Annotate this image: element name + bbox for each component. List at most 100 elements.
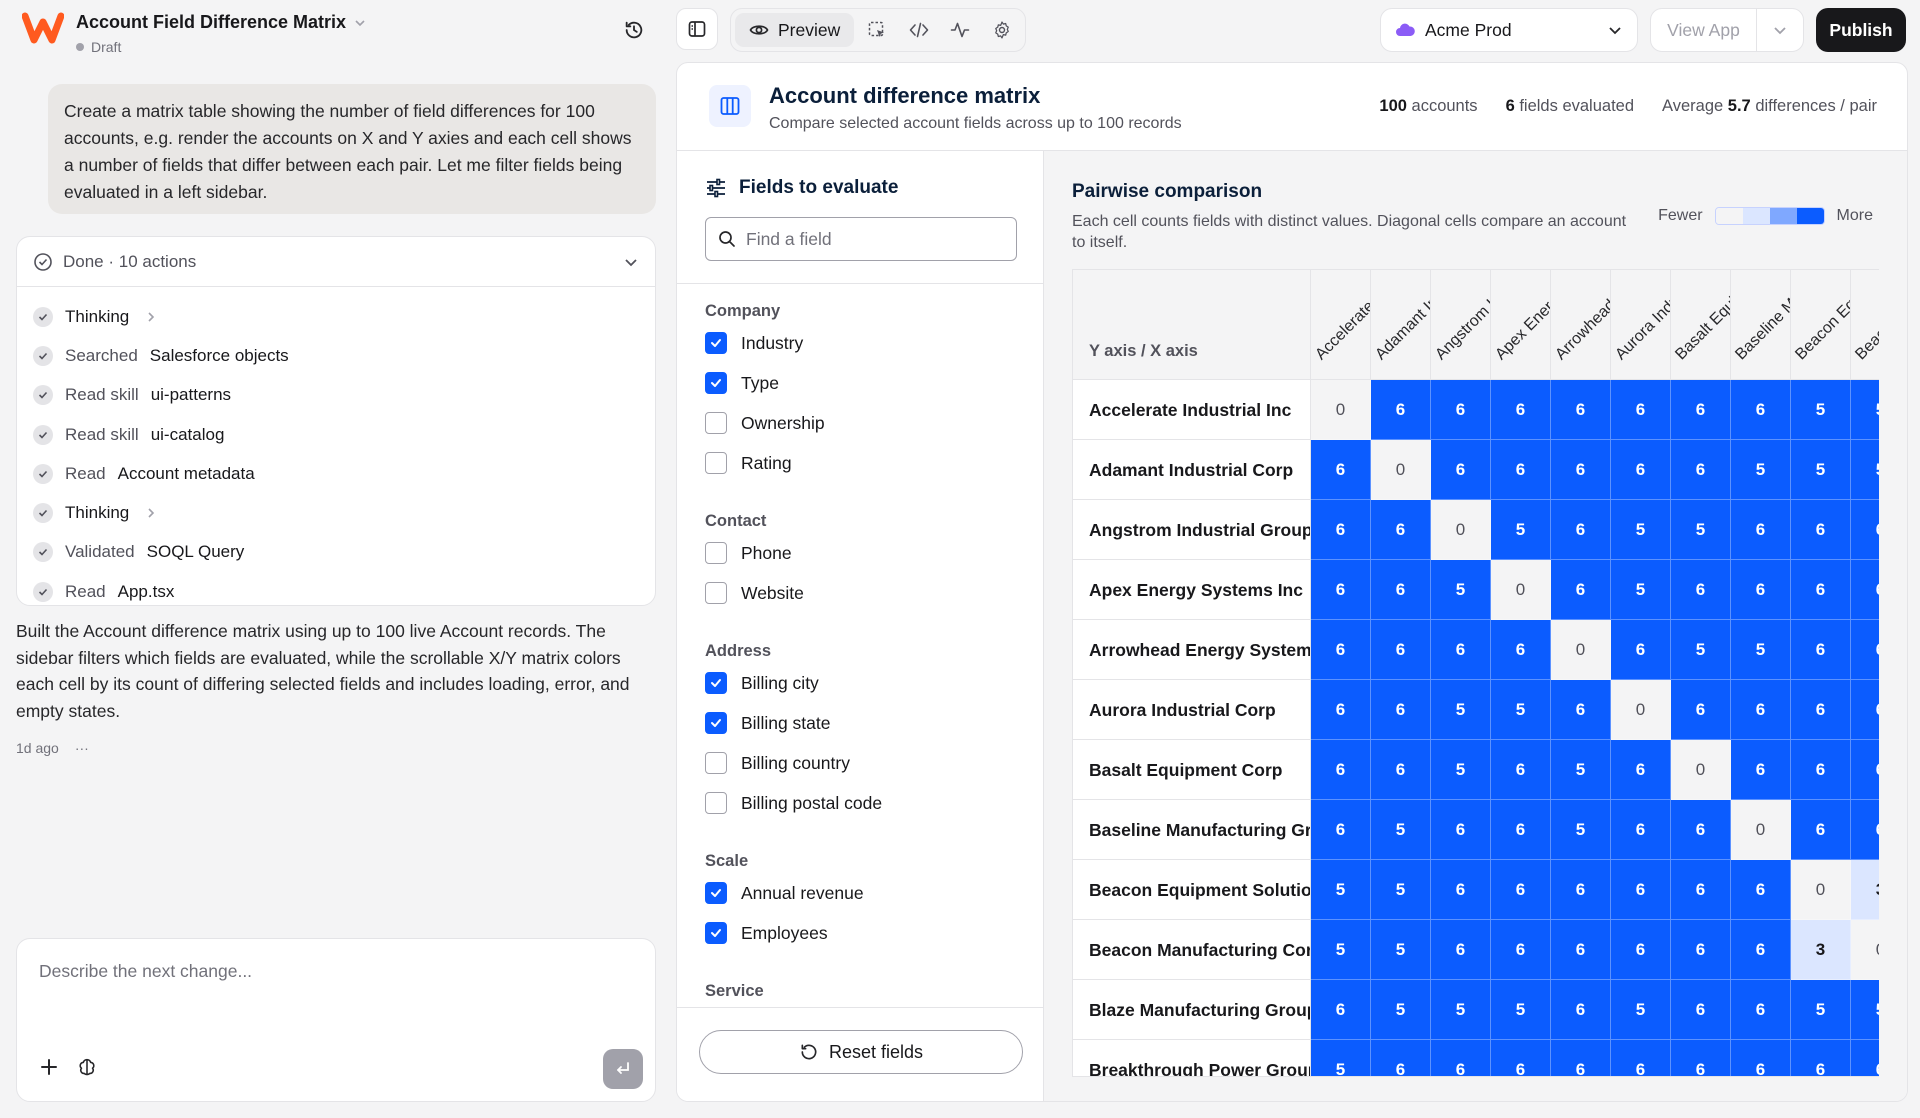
column-header[interactable]: Arrowhead Energy Systems [1551,270,1611,379]
matrix-cell[interactable]: 6 [1311,980,1371,1040]
field-option-website[interactable]: Website [705,580,804,606]
matrix-cell[interactable]: 6 [1731,740,1791,800]
matrix-cell[interactable]: 6 [1851,620,1879,680]
matrix-cell[interactable]: 6 [1311,500,1371,560]
checkbox[interactable] [705,752,727,774]
matrix-cell[interactable]: 6 [1731,500,1791,560]
column-header[interactable]: Beacon Equipment Solutions [1791,270,1851,379]
matrix-cell[interactable]: 6 [1431,860,1491,920]
matrix-cell[interactable]: 0 [1371,440,1431,500]
matrix-cell[interactable]: 6 [1791,680,1851,740]
matrix-cell[interactable]: 6 [1491,1040,1551,1076]
checkbox[interactable] [705,922,727,944]
row-header[interactable]: Beacon Equipment Solutions [1073,860,1311,920]
matrix-cell[interactable]: 6 [1611,1040,1671,1076]
add-attachment-button[interactable] [33,1051,65,1083]
reasoning-toggle-button[interactable] [71,1051,103,1083]
matrix-cell[interactable]: 6 [1311,800,1371,860]
view-app-button[interactable]: View App [1651,8,1757,52]
matrix-cell[interactable]: 0 [1731,800,1791,860]
difference-matrix[interactable]: Y axis / X axis Accelerate Industrial In… [1072,269,1879,1077]
matrix-cell[interactable]: 6 [1491,440,1551,500]
matrix-cell[interactable]: 5 [1491,680,1551,740]
matrix-cell[interactable]: 6 [1731,980,1791,1040]
field-option-ownership[interactable]: Ownership [705,410,825,436]
matrix-cell[interactable]: 6 [1791,1040,1851,1076]
checkbox[interactable] [705,792,727,814]
matrix-cell[interactable]: 5 [1431,680,1491,740]
field-option-industry[interactable]: Industry [705,330,803,356]
matrix-cell[interactable]: 5 [1791,440,1851,500]
matrix-cell[interactable]: 6 [1371,380,1431,440]
matrix-cell[interactable]: 6 [1791,800,1851,860]
activity-button[interactable] [942,13,980,47]
matrix-cell[interactable]: 5 [1851,440,1879,500]
matrix-cell[interactable]: 6 [1311,740,1371,800]
field-option-type[interactable]: Type [705,370,779,396]
matrix-cell[interactable]: 6 [1851,500,1879,560]
matrix-cell[interactable]: 6 [1851,800,1879,860]
matrix-cell[interactable]: 6 [1551,1040,1611,1076]
matrix-cell[interactable]: 6 [1491,380,1551,440]
matrix-cell[interactable]: 6 [1551,980,1611,1040]
org-selector[interactable]: Acme Prod [1380,8,1638,52]
column-header[interactable]: Baseline Manufacturing Group [1731,270,1791,379]
row-header[interactable]: Beacon Manufacturing Corp [1073,920,1311,980]
matrix-cell[interactable]: 3 [1851,860,1879,920]
checkbox[interactable] [705,452,727,474]
matrix-cell[interactable]: 5 [1551,740,1611,800]
matrix-cell[interactable]: 6 [1611,380,1671,440]
app-title-menu[interactable]: Account Field Difference Matrix [76,12,366,33]
field-search-input[interactable] [746,228,996,250]
field-option-annual-revenue[interactable]: Annual revenue [705,880,864,906]
field-option-employees[interactable]: Employees [705,920,828,946]
field-option-billing-postal-code[interactable]: Billing postal code [705,790,882,816]
matrix-cell[interactable]: 6 [1671,800,1731,860]
row-header[interactable]: Aurora Industrial Corp [1073,680,1311,740]
matrix-cell[interactable]: 5 [1731,620,1791,680]
row-header[interactable]: Blaze Manufacturing Group [1073,980,1311,1040]
row-header[interactable]: Adamant Industrial Corp [1073,440,1311,500]
more-options-button[interactable]: ··· [75,740,89,756]
field-option-billing-state[interactable]: Billing state [705,710,831,736]
matrix-cell[interactable]: 6 [1371,740,1431,800]
matrix-cell[interactable]: 6 [1371,560,1431,620]
matrix-cell[interactable]: 6 [1491,800,1551,860]
matrix-cell[interactable]: 5 [1371,860,1431,920]
view-app-dropdown[interactable] [1757,22,1803,38]
matrix-cell[interactable]: 3 [1791,920,1851,980]
checkbox[interactable] [705,542,727,564]
checkbox[interactable] [705,412,727,434]
matrix-cell[interactable]: 5 [1671,620,1731,680]
checkbox[interactable] [705,372,727,394]
matrix-cell[interactable]: 6 [1431,380,1491,440]
matrix-cell[interactable]: 6 [1671,560,1731,620]
matrix-cell[interactable]: 5 [1791,980,1851,1040]
matrix-cell[interactable]: 0 [1431,500,1491,560]
matrix-cell[interactable]: 6 [1731,860,1791,920]
matrix-cell[interactable]: 6 [1731,560,1791,620]
checkbox[interactable] [705,672,727,694]
field-option-billing-country[interactable]: Billing country [705,750,850,776]
matrix-cell[interactable]: 6 [1551,440,1611,500]
matrix-cell[interactable]: 6 [1551,500,1611,560]
row-header[interactable]: Accelerate Industrial Inc [1073,380,1311,440]
matrix-cell[interactable]: 5 [1851,380,1879,440]
matrix-cell[interactable]: 5 [1371,980,1431,1040]
column-header[interactable]: Accelerate Industrial Inc [1311,270,1371,379]
matrix-cell[interactable]: 5 [1791,380,1851,440]
matrix-cell[interactable]: 5 [1551,800,1611,860]
matrix-cell[interactable]: 6 [1611,800,1671,860]
matrix-cell[interactable]: 6 [1371,500,1431,560]
matrix-cell[interactable]: 5 [1611,560,1671,620]
checkbox[interactable] [705,332,727,354]
matrix-cell[interactable]: 0 [1671,740,1731,800]
matrix-cell[interactable]: 5 [1611,980,1671,1040]
field-option-billing-city[interactable]: Billing city [705,670,819,696]
send-button[interactable] [603,1049,643,1089]
matrix-cell[interactable]: 6 [1371,1040,1431,1076]
matrix-cell[interactable]: 5 [1731,440,1791,500]
action-item[interactable]: Thinking [33,297,639,336]
matrix-cell[interactable]: 5 [1491,500,1551,560]
column-header[interactable]: Aurora Industrial Corp [1611,270,1671,379]
